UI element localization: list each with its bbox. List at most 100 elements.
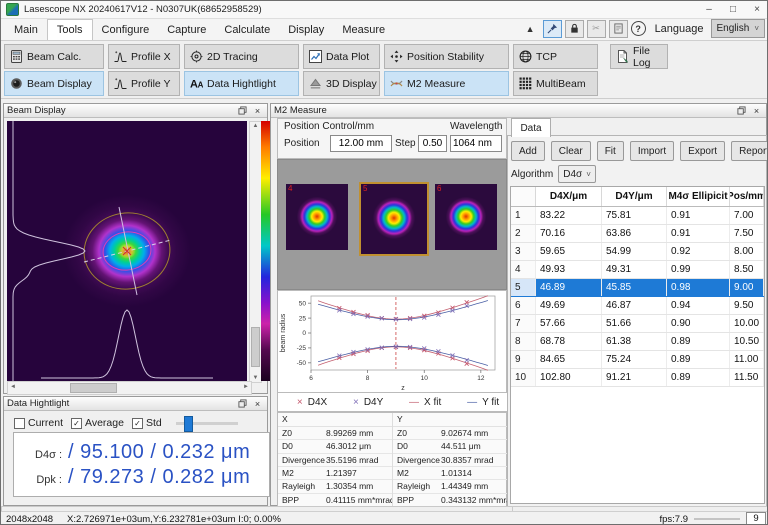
menu-tab-calculate[interactable]: Calculate — [215, 20, 279, 40]
menu-tab-capture[interactable]: Capture — [158, 20, 215, 40]
menu-tab-measure[interactable]: Measure — [333, 20, 394, 40]
toolbar-button-profile-y[interactable]: Profile Y — [108, 71, 180, 96]
table-row[interactable]: 183.2275.810.917.00 — [511, 207, 764, 225]
toolbar-button-position-stability[interactable]: Position Stability — [384, 44, 509, 69]
lock-icon[interactable] — [565, 20, 584, 38]
maximize-icon[interactable]: □ — [721, 1, 745, 18]
vscroll-thumb[interactable] — [251, 327, 260, 367]
scroll-right-icon[interactable]: ► — [243, 384, 249, 390]
fps-spinbox[interactable]: 9 — [746, 512, 766, 525]
table-cell: 1 — [511, 207, 536, 224]
menu-tab-configure[interactable]: Configure — [93, 20, 159, 40]
vertical-profile-curve — [13, 121, 85, 381]
scroll-up-icon[interactable]: ▲ — [250, 123, 261, 129]
table-cell: 102.80 — [536, 369, 602, 386]
scroll-left-icon[interactable]: ◄ — [10, 384, 16, 390]
fit-button[interactable]: Fit — [597, 141, 624, 161]
collapse-ribbon-icon[interactable]: ▲ — [521, 20, 540, 38]
table-cell: 9 — [511, 351, 536, 368]
y-tick-label: 0 — [302, 330, 306, 337]
toolbar-button-multibeam[interactable]: MultiBeam — [513, 71, 598, 96]
thumbnail-index-label: 6 — [437, 184, 441, 193]
report-doc-icon[interactable] — [609, 20, 628, 38]
restore-panel-icon[interactable] — [236, 105, 249, 116]
toolbar-button-data-hightlight[interactable]: AAData Hightlight — [184, 71, 299, 96]
hscroll-thumb[interactable] — [70, 383, 117, 393]
restore-panel-icon[interactable] — [236, 398, 249, 409]
beam-image-viewport[interactable] — [7, 121, 247, 381]
toolbar-button-tcp[interactable]: TCP — [513, 44, 598, 69]
table-row[interactable]: 649.6946.870.949.50 — [511, 297, 764, 315]
legend-marker: — — [409, 397, 419, 408]
checkbox-current[interactable]: Current — [14, 417, 63, 429]
table-cell: 4 — [511, 261, 536, 278]
toolbar-button-beam-calc-[interactable]: Beam Calc. — [4, 44, 104, 69]
report-button[interactable]: Report — [731, 141, 768, 161]
add-button[interactable]: Add — [511, 141, 545, 161]
table-row[interactable]: 10102.8091.210.8911.50 — [511, 369, 764, 387]
toolbar-button-file-log[interactable]: File Log — [610, 44, 668, 69]
import-button[interactable]: Import — [630, 141, 674, 161]
checkbox-std[interactable]: ✓Std — [132, 417, 162, 429]
pin-icon[interactable] — [543, 20, 562, 38]
table-row[interactable]: 868.7861.380.8910.50 — [511, 333, 764, 351]
export-button[interactable]: Export — [680, 141, 725, 161]
toolbar-button-3d-display[interactable]: 3D Display — [303, 71, 380, 96]
step-input[interactable] — [418, 135, 447, 152]
fit-param-name: BPP — [393, 495, 441, 505]
clear-button[interactable]: Clear — [551, 141, 591, 161]
beam-thumbnail-6[interactable]: 6 — [435, 184, 497, 250]
toolbar-button-profile-x[interactable]: Profile X — [108, 44, 180, 69]
close-panel-icon[interactable]: × — [251, 398, 264, 409]
scissors-icon[interactable]: ✂ — [587, 20, 606, 38]
algorithm-select[interactable]: D4σ ˅ — [558, 165, 596, 183]
highlight-size-slider[interactable] — [176, 422, 238, 425]
wavelength-input[interactable] — [450, 135, 502, 152]
table-cell: 2 — [511, 225, 536, 242]
table-row[interactable]: 546.8945.850.989.00 — [511, 279, 764, 297]
toolbar-button-2d-tracing[interactable]: 2D Tracing — [184, 44, 299, 69]
help-icon[interactable]: ? — [631, 21, 646, 36]
close-panel-icon[interactable]: × — [251, 105, 264, 116]
caustic-chart: 50250-25-50681012beam radiusz — [278, 291, 504, 392]
fit-param-name: BPP — [278, 495, 326, 505]
toolbar-button-beam-display[interactable]: Beam Display — [4, 71, 104, 96]
fit-param-name: M2 — [278, 468, 326, 478]
menu-tab-display[interactable]: Display — [279, 20, 333, 40]
fit-y-rows: Z09.02674 mmD044.511 μmDivergence30.8357… — [393, 427, 507, 506]
beam-horizontal-scrollbar[interactable]: ◄ ► — [7, 381, 252, 395]
beam-thumbnail-4[interactable]: 4 — [286, 184, 348, 250]
menu-tab-main[interactable]: Main — [5, 20, 47, 40]
tab-data[interactable]: Data — [511, 118, 551, 137]
caustic-chart-box: 50250-25-50681012beam radiusz — [277, 290, 507, 395]
fps-slider[interactable] — [694, 518, 740, 520]
table-row[interactable]: 359.6554.990.928.00 — [511, 243, 764, 261]
language-select[interactable]: English ˅ — [711, 19, 765, 38]
file-icon — [616, 50, 629, 63]
toolbar-button-label: Profile X — [131, 51, 171, 63]
close-panel-icon[interactable]: × — [750, 105, 763, 116]
fit-result-row-divergence: Divergence30.8357 mrad — [393, 454, 507, 467]
table-header-cell: Pos/mm — [730, 187, 764, 206]
close-icon[interactable]: × — [745, 1, 768, 18]
ribbon-toolbar: Beam Calc. Profile X 2D TracingData PlotPo… — [1, 41, 768, 99]
table-row[interactable]: 449.9349.310.998.50 — [511, 261, 764, 279]
toolbar-button-data-plot[interactable]: Data Plot — [303, 44, 380, 69]
table-cell: 59.65 — [536, 243, 602, 260]
restore-panel-icon[interactable] — [735, 105, 748, 116]
position-input[interactable] — [330, 135, 392, 152]
table-row[interactable]: 984.6575.240.8911.00 — [511, 351, 764, 369]
table-row[interactable]: 270.1663.860.917.50 — [511, 225, 764, 243]
table-cell: 0.91 — [667, 225, 730, 242]
beam-thumbnail-5[interactable]: 5 — [359, 182, 429, 256]
slider-thumb[interactable] — [184, 416, 193, 432]
table-row[interactable]: 757.6651.660.9010.00 — [511, 315, 764, 333]
x-tick-label: 10 — [421, 375, 429, 382]
table-cell: 7.00 — [730, 207, 764, 224]
toolbar-button-m2-measure[interactable]: M2 Measure — [384, 71, 509, 96]
minimize-icon[interactable]: – — [697, 1, 721, 18]
step-label: Step — [395, 138, 416, 149]
checkbox-average[interactable]: ✓Average — [71, 417, 124, 429]
svg-text:A: A — [198, 81, 203, 90]
menu-tab-tools[interactable]: Tools — [47, 19, 93, 40]
